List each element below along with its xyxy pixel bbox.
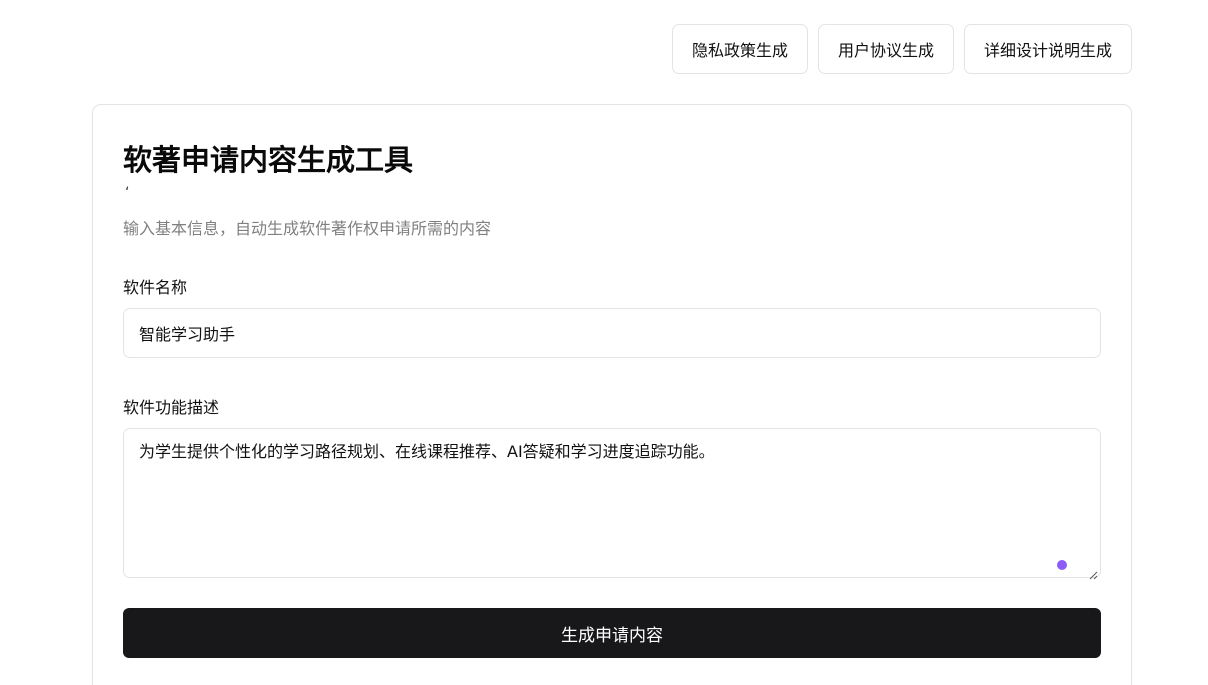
software-description-wrapper: 为学生提供个性化的学习路径规划、在线课程推荐、AI答疑和学习进度追踪功能。 — [123, 428, 1101, 580]
resize-grip-icon[interactable] — [1088, 565, 1098, 580]
software-description-textarea[interactable]: 为学生提供个性化的学习路径规划、在线课程推荐、AI答疑和学习进度追踪功能。 — [123, 428, 1101, 578]
page: 隐私政策生成 用户协议生成 详细设计说明生成 软著申请内容生成工具 ‘ 输入基本… — [0, 0, 1208, 685]
privacy-policy-button[interactable]: 隐私政策生成 — [671, 24, 808, 74]
page-subtitle: 输入基本信息，自动生成软件著作权申请所需的内容 — [123, 219, 492, 238]
page-title: 软著申请内容生成工具 — [123, 143, 414, 177]
stray-mark: ‘ — [125, 185, 130, 201]
design-spec-button[interactable]: 详细设计说明生成 — [963, 24, 1132, 74]
form-card: 软著申请内容生成工具 ‘ 输入基本信息，自动生成软件著作权申请所需的内容 软件名… — [92, 104, 1132, 685]
user-agreement-button[interactable]: 用户协议生成 — [817, 24, 954, 74]
top-nav: 隐私政策生成 用户协议生成 详细设计说明生成 — [671, 24, 1132, 74]
software-name-input[interactable] — [123, 308, 1101, 358]
software-description-label: 软件功能描述 — [123, 398, 220, 417]
assist-dot-icon[interactable] — [1057, 560, 1067, 570]
software-name-label: 软件名称 — [123, 278, 188, 297]
generate-content-button[interactable]: 生成申请内容 — [123, 608, 1101, 658]
